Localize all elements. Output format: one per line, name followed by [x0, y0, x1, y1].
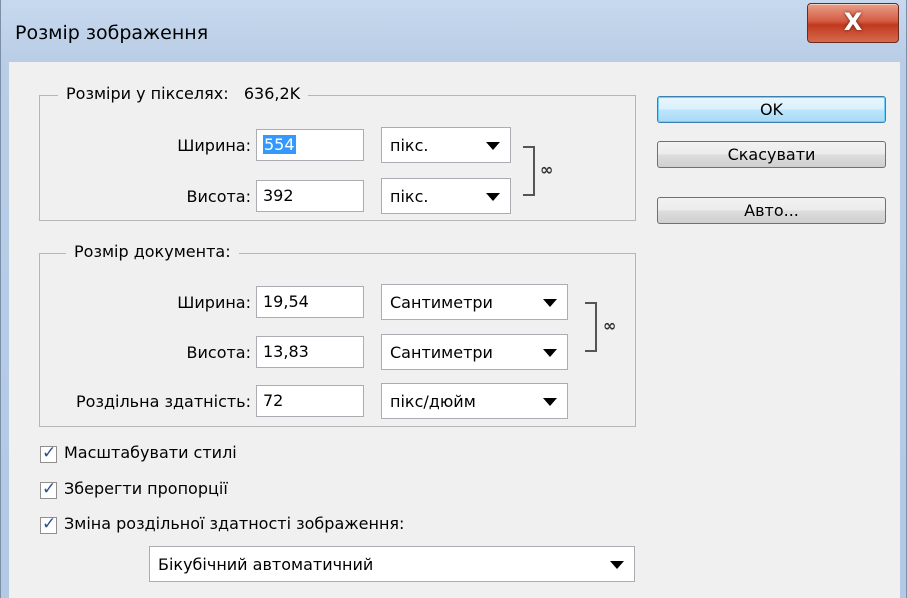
checkmark-icon: ✓ [42, 514, 57, 534]
doc-width-unit-select[interactable]: Сантиметри [381, 284, 568, 320]
resample-label[interactable]: Зміна роздільної здатності зображення: [64, 514, 404, 533]
resample-method-select[interactable]: Бікубічний автоматичний [149, 546, 635, 582]
resolution-value: 72 [263, 391, 284, 410]
resolution-unit-select[interactable]: пікс/дюйм [381, 383, 568, 419]
pixel-height-input[interactable]: 392 [256, 180, 364, 212]
dialog-body: Розміри у пікселях: 636,2K Ширина: 554 п… [9, 62, 900, 598]
chevron-down-icon [610, 561, 624, 569]
chevron-down-icon [486, 142, 500, 150]
pixel-height-unit-select[interactable]: пікс. [381, 178, 511, 214]
doc-width-unit: Сантиметри [390, 293, 493, 312]
doc-width-value: 19,54 [263, 292, 309, 311]
doc-height-unit: Сантиметри [390, 343, 493, 362]
pixel-width-unit-select[interactable]: пікс. [381, 127, 511, 163]
resolution-input[interactable]: 72 [256, 385, 364, 417]
title-bar[interactable]: Розмір зображення X [1, 0, 907, 62]
pixel-link-bracket [523, 146, 535, 196]
chevron-down-icon [543, 398, 557, 406]
doc-width-input[interactable]: 19,54 [256, 286, 364, 318]
resample-method-value: Бікубічний автоматичний [158, 555, 374, 574]
cancel-button[interactable]: Скасувати [657, 141, 886, 168]
auto-button[interactable]: Авто... [657, 197, 886, 224]
close-button[interactable]: X [807, 3, 899, 43]
pixel-height-value: 392 [263, 186, 294, 205]
constrain-proportions-checkbox[interactable]: ✓ [40, 479, 57, 499]
chain-link-icon: ∞ [603, 316, 617, 335]
resolution-label: Роздільна здатність: [76, 392, 251, 411]
scale-styles-checkbox[interactable]: ✓ [40, 443, 57, 463]
resample-checkbox[interactable]: ✓ [40, 514, 57, 534]
checkmark-icon: ✓ [42, 479, 57, 499]
pixel-dimensions-label: Розміри у пікселях: [66, 84, 229, 103]
pixel-width-unit: пікс. [390, 136, 429, 155]
pixel-width-label: Ширина: [177, 136, 251, 155]
doc-width-label: Ширина: [177, 293, 251, 312]
resolution-unit: пікс/дюйм [390, 392, 476, 411]
scale-styles-label[interactable]: Масштабувати стилі [64, 443, 237, 462]
pixel-width-value: 554 [263, 135, 296, 154]
doc-height-unit-select[interactable]: Сантиметри [381, 334, 568, 370]
doc-height-label: Висота: [186, 343, 251, 362]
close-icon: X [843, 8, 863, 36]
chevron-down-icon [486, 193, 500, 201]
window-title: Розмір зображення [15, 22, 209, 44]
chevron-down-icon [543, 349, 557, 357]
chevron-down-icon [543, 299, 557, 307]
constrain-proportions-label[interactable]: Зберегти пропорції [64, 479, 228, 498]
dialog-window: Розмір зображення X Розміри у пікселях: … [0, 0, 907, 598]
document-size-legend: Розмір документа: [66, 242, 239, 261]
doc-height-input[interactable]: 13,83 [256, 336, 364, 368]
ok-button[interactable]: OK [657, 96, 886, 123]
pixel-width-input[interactable]: 554 [256, 129, 364, 161]
pixel-dimensions-legend: Розміри у пікселях: 636,2K [58, 84, 309, 103]
doc-height-value: 13,83 [263, 342, 309, 361]
pixel-size-value: 636,2K [243, 84, 301, 103]
pixel-height-unit: пікс. [390, 187, 429, 206]
chain-link-icon: ∞ [540, 160, 554, 179]
pixel-height-label: Висота: [186, 187, 251, 206]
checkmark-icon: ✓ [42, 443, 57, 463]
doc-link-bracket [585, 302, 597, 352]
